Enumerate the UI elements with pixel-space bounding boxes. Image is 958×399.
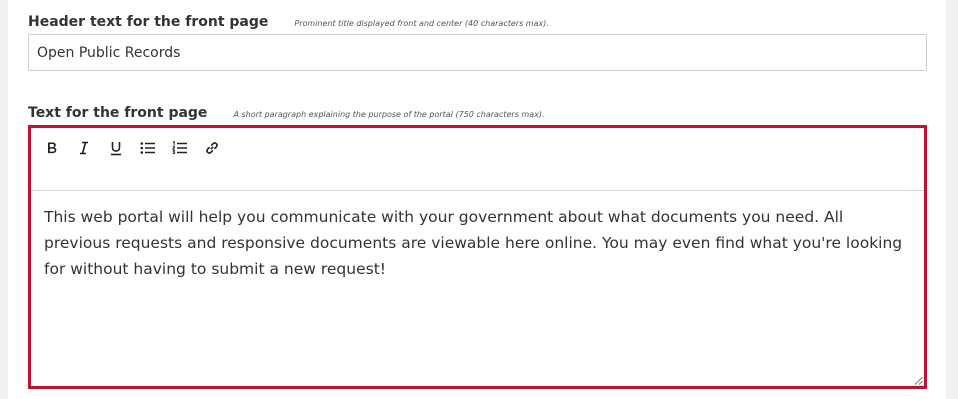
- bold-icon: [48, 142, 57, 154]
- text-field-label: Text for the front page: [28, 105, 208, 121]
- underline-button[interactable]: [104, 136, 128, 160]
- resize-handle-icon[interactable]: [914, 376, 923, 385]
- bold-button[interactable]: [40, 136, 64, 160]
- header-text-input[interactable]: [28, 34, 927, 71]
- numbered-list-button[interactable]: [168, 136, 192, 160]
- bullet-list-icon: [140, 142, 155, 154]
- link-button[interactable]: [200, 136, 224, 160]
- bullet-list-button[interactable]: [136, 136, 160, 160]
- text-field-hint: A short paragraph explaining the purpose…: [233, 110, 545, 119]
- header-field-hint: Prominent title displayed front and cent…: [294, 19, 549, 28]
- settings-panel: Header text for the front page Prominent…: [8, 0, 946, 399]
- underline-icon: [111, 141, 121, 155]
- numbered-list-icon: [172, 141, 187, 155]
- header-field-label: Header text for the front page: [28, 14, 269, 30]
- text-field-heading: Text for the front page A short paragrap…: [28, 105, 545, 121]
- rich-text-editor[interactable]: This web portal will help you communicat…: [28, 125, 927, 389]
- header-field-heading: Header text for the front page Prominent…: [28, 14, 549, 30]
- italic-button[interactable]: [72, 136, 96, 160]
- link-icon: [206, 142, 218, 154]
- editor-content[interactable]: This web portal will help you communicat…: [31, 192, 924, 386]
- italic-icon: [80, 141, 88, 155]
- editor-toolbar: [31, 128, 924, 191]
